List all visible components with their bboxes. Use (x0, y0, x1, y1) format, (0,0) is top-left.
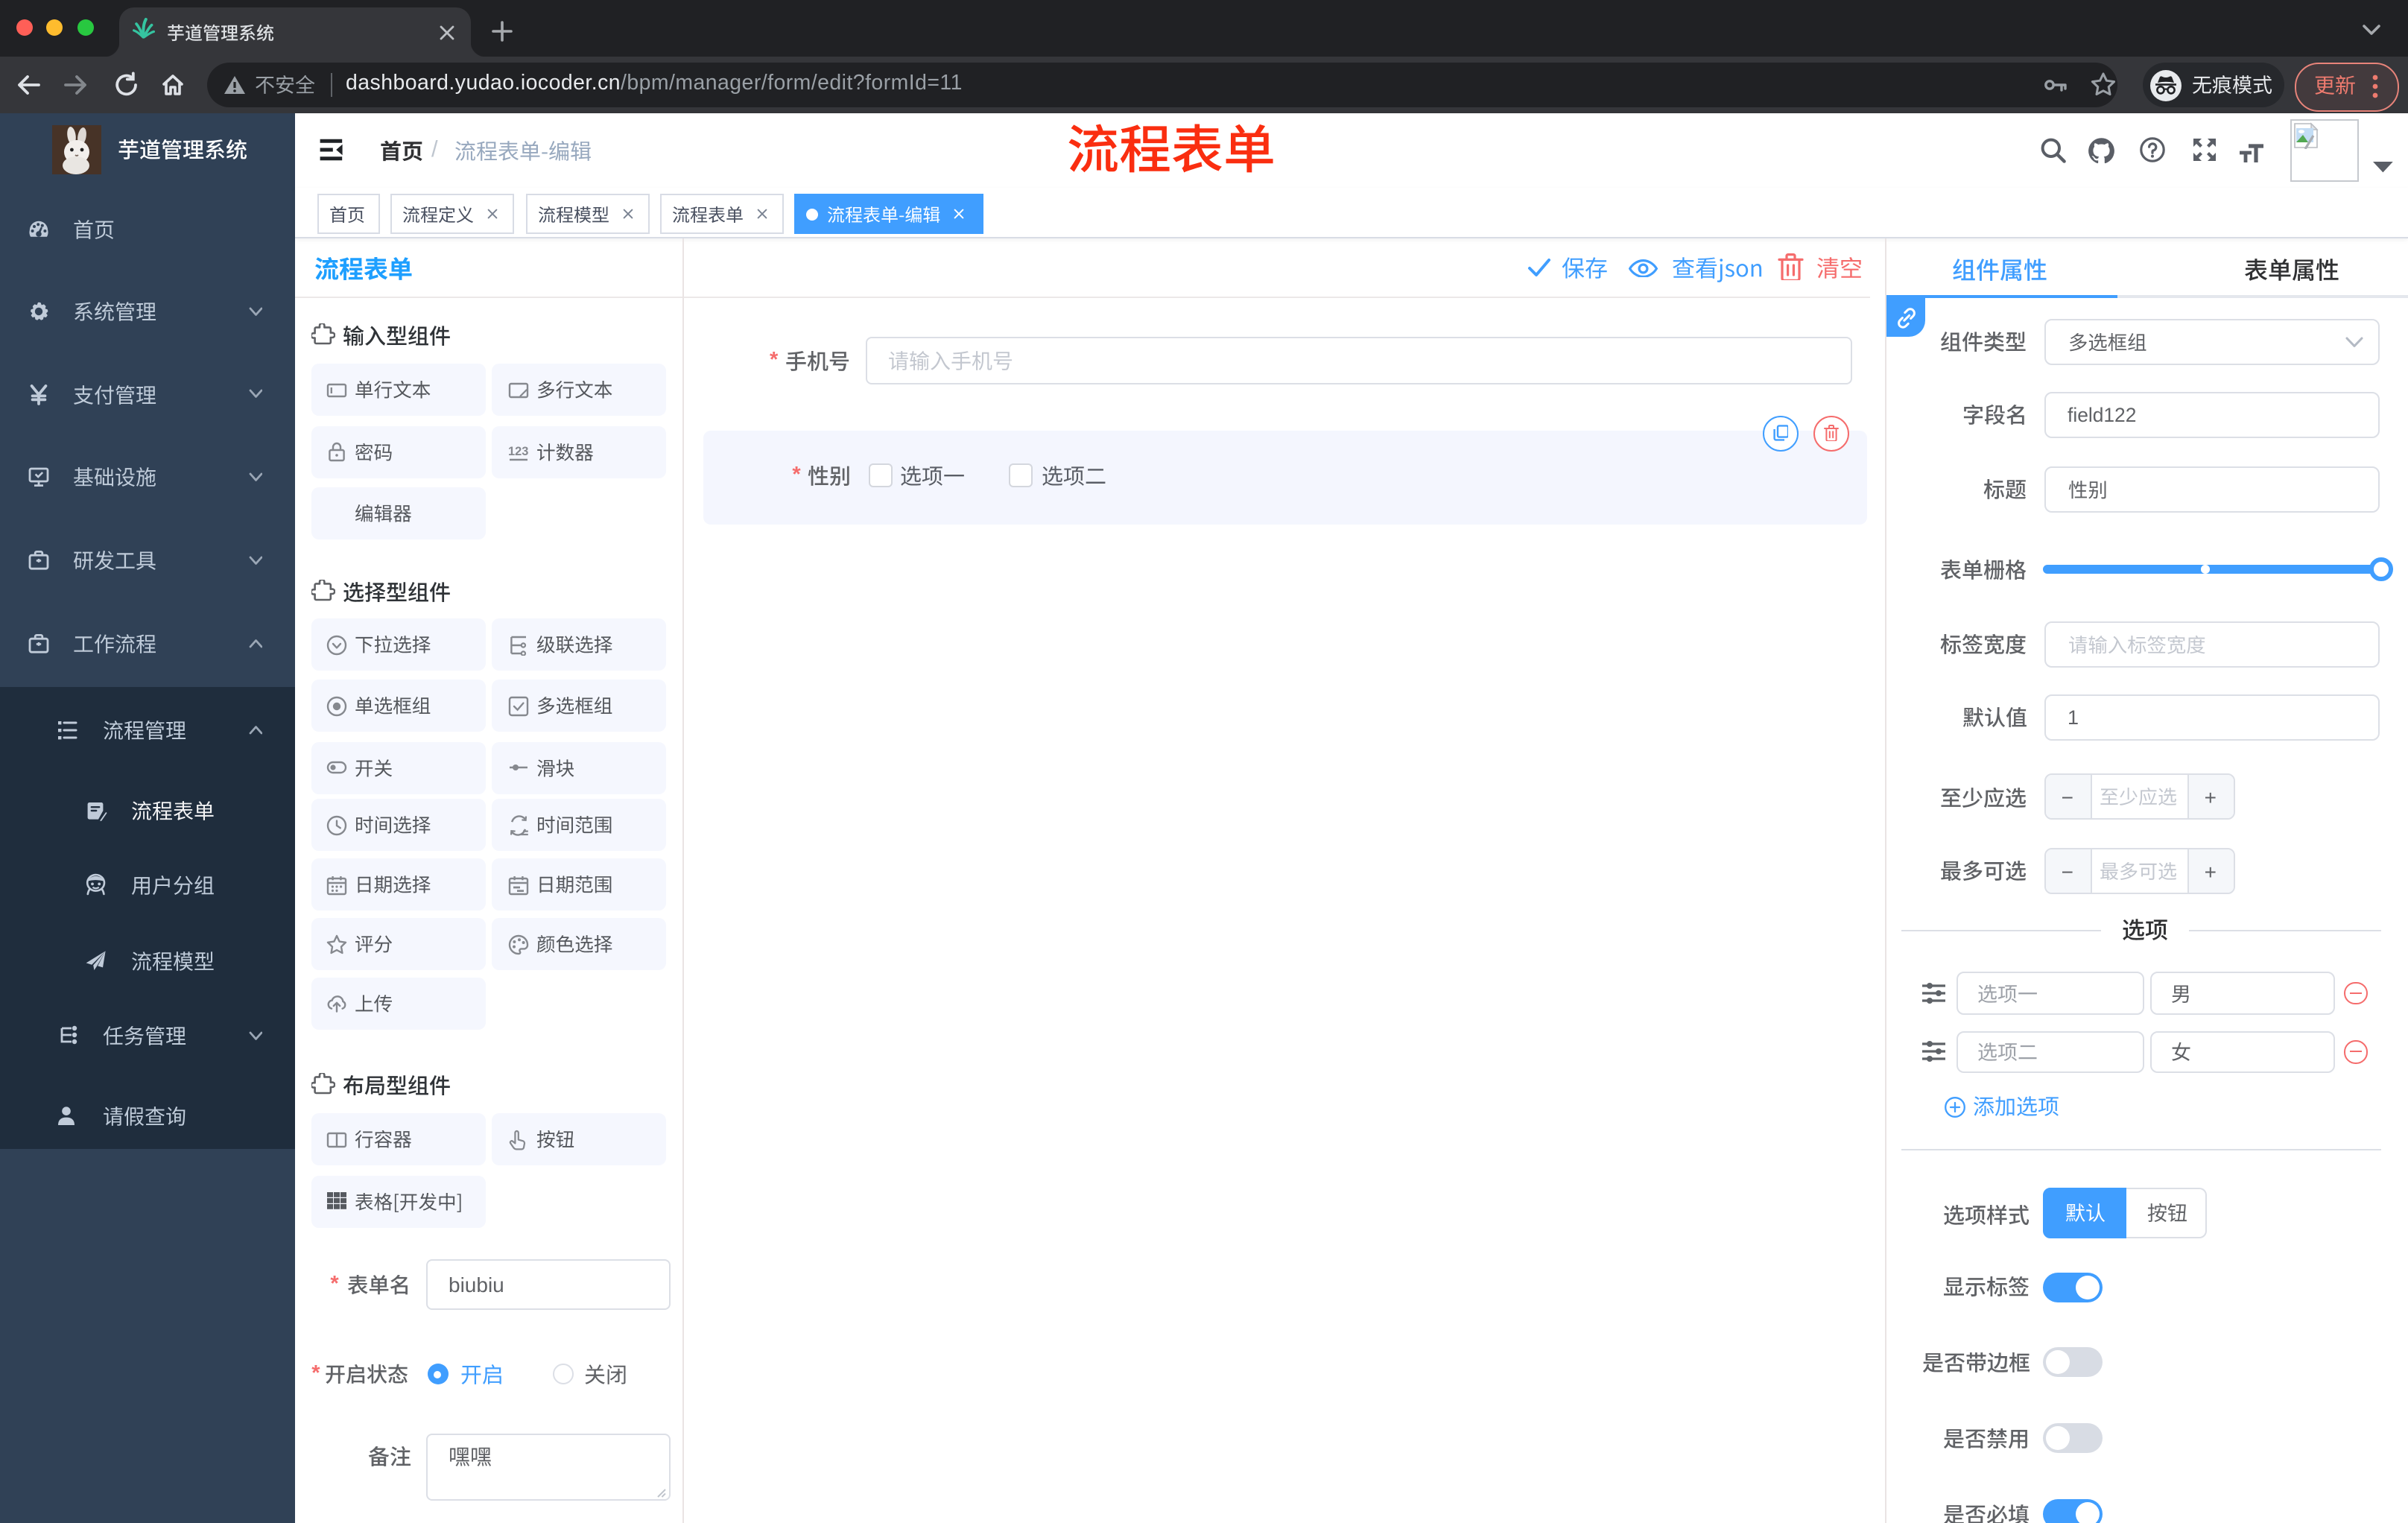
svg-text:123: 123 (508, 445, 528, 458)
